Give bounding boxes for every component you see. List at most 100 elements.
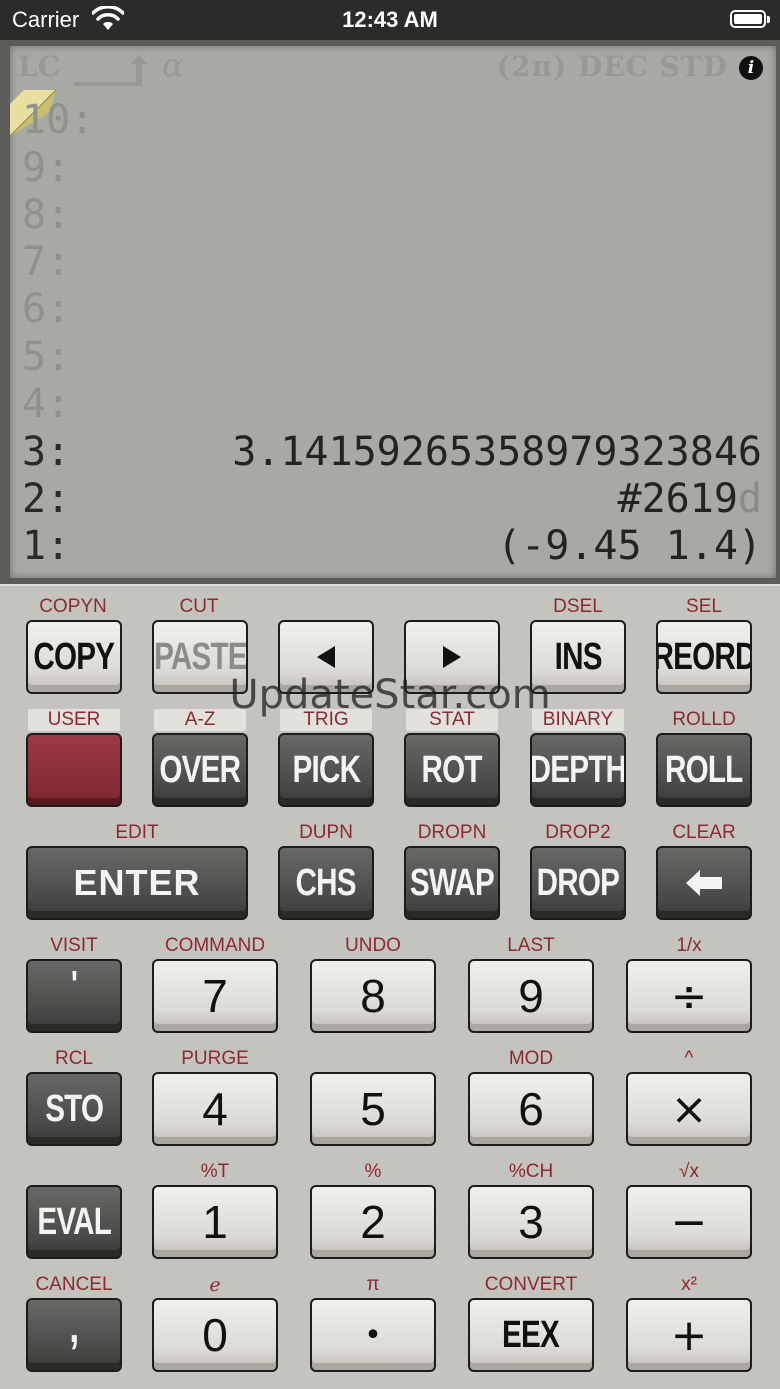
triangle-right-icon xyxy=(443,646,461,668)
divide-button[interactable]: ÷ xyxy=(626,959,752,1033)
shift-label-power: ^ xyxy=(684,1048,694,1069)
backspace-button[interactable] xyxy=(656,846,752,920)
shift-label-user: USER xyxy=(28,709,120,731)
key-label: COPY xyxy=(33,635,116,678)
shift-label-pi: π xyxy=(366,1274,380,1295)
eex-button[interactable]: EEX xyxy=(468,1298,594,1372)
key-label: , xyxy=(69,1300,79,1352)
binary-base-suffix: d xyxy=(737,476,762,522)
copy-button[interactable]: COPY xyxy=(26,620,122,694)
pick-button[interactable]: PICK xyxy=(278,733,374,807)
key-label: 0 xyxy=(202,1309,228,1361)
key-label: ENTER xyxy=(73,862,201,903)
enter-button[interactable]: ENTER xyxy=(26,846,248,920)
key-label: 1 xyxy=(202,1196,228,1248)
stack-level-7: 7: xyxy=(22,240,762,284)
stack-level-2: 2: #2619d xyxy=(22,477,762,521)
shift-label-last: LAST xyxy=(507,935,555,956)
digit-0-button[interactable]: 0 xyxy=(152,1298,278,1372)
key-label: REORD xyxy=(656,635,752,678)
status-bar: Carrier 12:43 AM xyxy=(0,0,780,40)
shift-label-sqrt: √x xyxy=(679,1161,699,1182)
rot-button[interactable]: ROT xyxy=(404,733,500,807)
stack-level-label: 8: xyxy=(22,192,71,238)
drop-button[interactable]: DROP xyxy=(530,846,626,920)
key-label: − xyxy=(670,1196,708,1248)
multiply-button[interactable]: × xyxy=(626,1072,752,1146)
key-label: 2 xyxy=(360,1196,386,1248)
stack-level-9: 9: xyxy=(22,146,762,190)
digit-6-button[interactable]: 6 xyxy=(468,1072,594,1146)
shift-label-e: e xyxy=(209,1274,221,1296)
digit-5-button[interactable]: 5 xyxy=(310,1072,436,1146)
eval-button[interactable]: EVAL xyxy=(26,1185,122,1259)
shift-label-percent: % xyxy=(364,1161,382,1182)
key-label: ÷ xyxy=(670,970,708,1022)
shift-label-rolld: ROLLD xyxy=(672,709,736,730)
stack-level-5: 5: xyxy=(22,335,762,379)
digit-9-button[interactable]: 9 xyxy=(468,959,594,1033)
user-shift-button[interactable] xyxy=(26,733,122,807)
stack-display[interactable]: LC α (2π) DEC STD i 10: 9: 8: 7: 6: 5: 4… xyxy=(10,46,776,578)
quote-button[interactable]: ' xyxy=(26,959,122,1033)
key-label: CHS xyxy=(295,861,357,904)
reord-button[interactable]: REORD xyxy=(656,620,752,694)
key-label: ROT xyxy=(421,748,483,791)
shift-label-stat: STAT xyxy=(406,709,498,731)
minus-button[interactable]: − xyxy=(626,1185,752,1259)
cursor-left-button[interactable] xyxy=(278,620,374,694)
key-label: 8 xyxy=(360,970,386,1022)
key-label: 7 xyxy=(202,970,228,1022)
plus-button[interactable]: + xyxy=(626,1298,752,1372)
chs-button[interactable]: CHS xyxy=(278,846,374,920)
key-label: × xyxy=(670,1083,708,1135)
shift-label-dupn: DUPN xyxy=(299,822,353,843)
paste-button[interactable]: PASTE xyxy=(152,620,248,694)
stack-level-label: 5: xyxy=(22,334,71,380)
right-shift-arrow-icon xyxy=(74,55,148,86)
shift-label-percent-change: %CH xyxy=(508,1161,554,1182)
shift-label-mod: MOD xyxy=(508,1048,554,1069)
shift-label-purge: PURGE xyxy=(181,1048,249,1069)
stack-level-label: 4: xyxy=(22,381,71,427)
shift-label-dropn: DROPN xyxy=(417,822,487,843)
shift-label-sel: SEL xyxy=(686,596,722,617)
shift-label-reciprocal: 1/x xyxy=(676,935,702,956)
triangle-left-icon xyxy=(317,646,335,668)
stack-value-binary: #2619d xyxy=(617,477,762,521)
stack-level-4: 4: xyxy=(22,382,762,426)
cursor-right-button[interactable] xyxy=(404,620,500,694)
annunciator-alpha: α xyxy=(162,46,184,84)
digit-7-button[interactable]: 7 xyxy=(152,959,278,1033)
roll-button[interactable]: ROLL xyxy=(656,733,752,807)
stack-value: #2619 xyxy=(617,476,738,522)
key-label: ROLL xyxy=(665,748,743,791)
shift-label-visit: VISIT xyxy=(50,935,98,956)
shift-label-binary: BINARY xyxy=(532,709,624,731)
digit-1-button[interactable]: 1 xyxy=(152,1185,278,1259)
digit-2-button[interactable]: 2 xyxy=(310,1185,436,1259)
backspace-arrow-icon xyxy=(686,870,722,896)
sto-button[interactable]: STO xyxy=(26,1072,122,1146)
shift-label-percent-total: %T xyxy=(200,1161,230,1182)
comma-button[interactable]: , xyxy=(26,1298,122,1372)
key-label: INS xyxy=(554,635,602,678)
decimal-point-button[interactable]: • xyxy=(310,1298,436,1372)
key-label: 9 xyxy=(518,970,544,1022)
digit-8-button[interactable]: 8 xyxy=(310,959,436,1033)
ins-button[interactable]: INS xyxy=(530,620,626,694)
key-label: 6 xyxy=(518,1083,544,1135)
stack-level-3: 3: 3.14159265358979323846 xyxy=(22,430,762,474)
key-label: ' xyxy=(70,963,78,1006)
digit-4-button[interactable]: 4 xyxy=(152,1072,278,1146)
annunciator-lc: LC xyxy=(18,50,60,83)
depth-button[interactable]: DEPTH xyxy=(530,733,626,807)
shift-label-cut: CUT xyxy=(179,596,219,617)
info-icon[interactable]: i xyxy=(739,56,763,80)
over-button[interactable]: OVER xyxy=(152,733,248,807)
shift-label-rcl: RCL xyxy=(54,1048,93,1069)
swap-button[interactable]: SWAP xyxy=(404,846,500,920)
digit-3-button[interactable]: 3 xyxy=(468,1185,594,1259)
annunciator-modes: (2π) DEC STD xyxy=(496,50,728,83)
key-label: 5 xyxy=(360,1083,386,1135)
